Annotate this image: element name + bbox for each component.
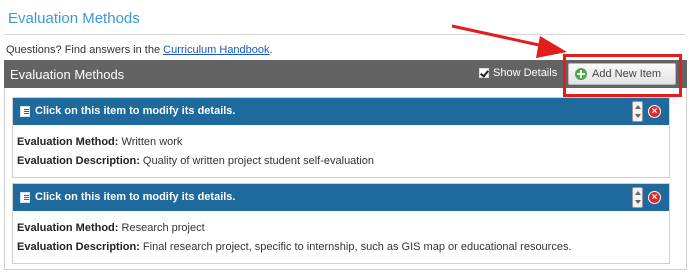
reorder-arrows-icon[interactable] <box>632 187 643 208</box>
delete-x-icon[interactable]: × <box>648 105 661 118</box>
evaluation-item[interactable]: Click on this item to modify its details… <box>12 97 670 178</box>
evaluation-item[interactable]: Click on this item to modify its details… <box>12 183 670 264</box>
edit-icon <box>20 192 30 203</box>
method-value: Written work <box>121 136 183 148</box>
delete-x-icon[interactable]: × <box>648 191 661 204</box>
description-row: Evaluation Description: Final research p… <box>17 238 665 257</box>
help-suffix: . <box>269 44 273 56</box>
reorder-arrows-icon[interactable] <box>632 101 643 122</box>
page-title: Evaluation Methods <box>8 10 140 27</box>
item-header-text: Click on this item to modify its details… <box>35 191 236 203</box>
title-divider <box>4 34 685 35</box>
description-label: Evaluation Description: <box>17 155 140 167</box>
help-line: Questions? Find answers in the Curriculu… <box>6 44 273 56</box>
method-row: Evaluation Method: Written work <box>17 133 665 152</box>
method-label: Evaluation Method: <box>17 136 119 148</box>
item-body: Evaluation Method: Research project Eval… <box>13 211 669 263</box>
show-details-label: Show Details <box>493 67 558 79</box>
description-label: Evaluation Description: <box>17 241 140 253</box>
item-body: Evaluation Method: Written work Evaluati… <box>13 125 669 177</box>
section-title: Evaluation Methods <box>10 67 125 82</box>
show-details-toggle[interactable]: Show Details <box>479 67 557 79</box>
item-header[interactable]: Click on this item to modify its details… <box>13 184 669 211</box>
method-row: Evaluation Method: Research project <box>17 219 665 238</box>
description-value: Quality of written project student self-… <box>142 155 375 167</box>
method-label: Evaluation Method: <box>17 222 119 234</box>
method-value: Research project <box>121 222 205 234</box>
curriculum-handbook-link[interactable]: Curriculum Handbook <box>163 44 269 56</box>
description-row: Evaluation Description: Quality of writt… <box>17 152 665 171</box>
edit-icon <box>20 106 30 117</box>
checkbox-checked-icon[interactable] <box>479 68 489 78</box>
item-header[interactable]: Click on this item to modify its details… <box>13 98 669 125</box>
description-value: Final research project, specific to inte… <box>142 241 572 253</box>
help-prefix: Questions? Find answers in the <box>6 44 164 56</box>
item-header-text: Click on this item to modify its details… <box>35 105 236 117</box>
